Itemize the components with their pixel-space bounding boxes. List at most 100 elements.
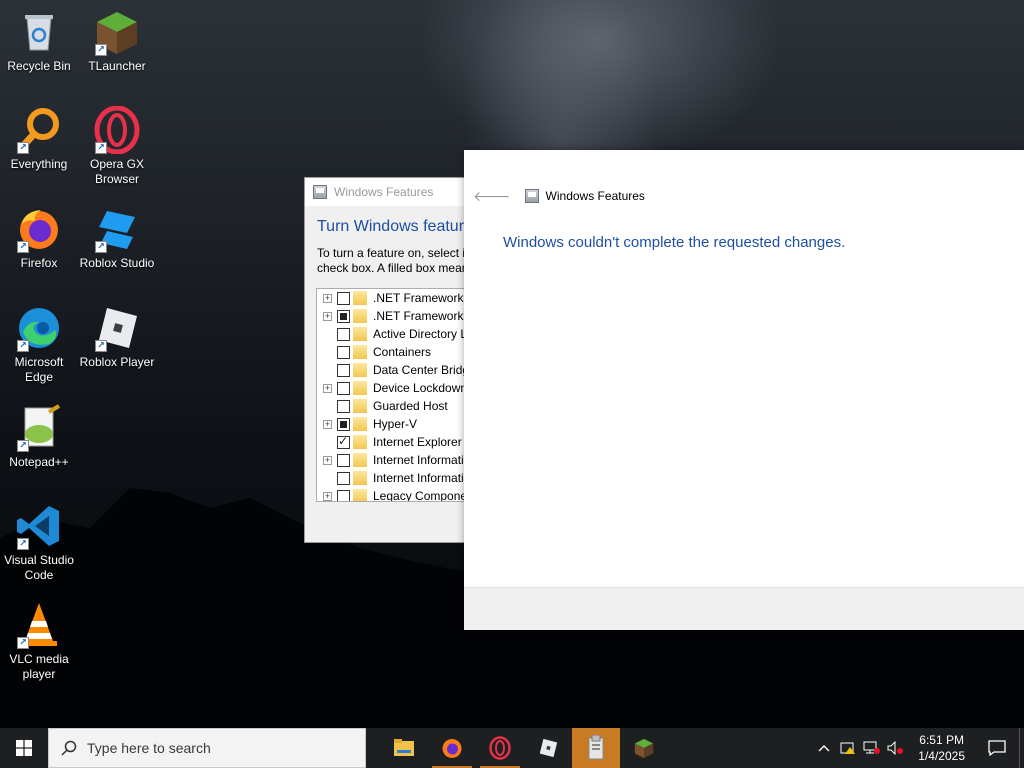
vscode-icon: ↗ xyxy=(15,502,63,550)
feature-row[interactable]: + Legacy Components xyxy=(317,487,478,502)
folder-icon xyxy=(394,739,414,756)
expand-plus-icon[interactable]: + xyxy=(323,383,332,393)
desktop-icon-vlc[interactable]: ↗ VLC media player xyxy=(0,601,78,682)
feature-label: Hyper-V xyxy=(373,417,418,431)
desktop-icon-microsoft-edge[interactable]: ↗ Microsoft Edge xyxy=(0,304,78,385)
feature-label: Internet Explorer 11 xyxy=(373,435,478,449)
search-icon xyxy=(61,740,77,756)
feature-row[interactable]: Active Directory Lightweight Directory S… xyxy=(317,325,477,343)
taskbar-tlauncher[interactable] xyxy=(620,728,668,768)
taskbar-search-box[interactable]: Type here to search xyxy=(48,728,366,768)
features-description: To turn a feature on, select its check b… xyxy=(317,246,691,275)
folder-icon xyxy=(353,453,367,467)
windows-features-error-dialog[interactable]: 🡐 Windows Features Windows couldn't comp… xyxy=(464,150,1024,630)
speaker-muted-icon[interactable] xyxy=(884,728,908,768)
desktop-icon-roblox-player[interactable]: ↗ Roblox Player xyxy=(78,304,156,370)
folder-icon xyxy=(353,417,367,431)
windows-features-installer-icon xyxy=(588,735,604,760)
folder-icon xyxy=(353,309,367,323)
taskbar-file-explorer[interactable] xyxy=(380,728,428,768)
desktop-icon-recycle-bin[interactable]: Recycle Bin xyxy=(0,8,78,74)
taskbar-opera-gx[interactable] xyxy=(476,728,524,768)
dialog-header: 🡐 Windows Features xyxy=(464,182,1024,210)
feature-checkbox[interactable] xyxy=(337,471,350,485)
feature-row[interactable]: + Device Lockdown xyxy=(317,379,477,397)
feature-checkbox[interactable] xyxy=(337,309,350,323)
expand-plus-icon[interactable]: + xyxy=(323,293,332,303)
expand-plus-icon[interactable]: + xyxy=(323,419,332,429)
shortcut-arrow-icon: ↗ xyxy=(17,340,29,352)
tlauncher-grass-block-icon: ↗ xyxy=(93,8,141,56)
folder-icon xyxy=(353,435,367,449)
feature-row[interactable]: + Hyper-V xyxy=(317,415,477,433)
opera-gx-icon xyxy=(489,736,511,760)
show-desktop-button[interactable] xyxy=(1019,728,1024,768)
expand-plus-icon[interactable]: + xyxy=(323,455,332,465)
shortcut-arrow-icon: ↗ xyxy=(95,241,107,253)
roblox-player-icon: ↗ xyxy=(93,304,141,352)
feature-checkbox[interactable] xyxy=(337,381,350,395)
feature-checkbox[interactable] xyxy=(337,291,350,305)
opera-gx-icon: ↗ xyxy=(93,105,141,155)
desktop-icon-tlauncher[interactable]: ↗ TLauncher xyxy=(78,8,156,74)
windows-features-window[interactable]: Windows Features Turn Windows features o… xyxy=(304,177,691,543)
expand-plus-icon[interactable]: + xyxy=(323,491,332,501)
windows-features-app-icon xyxy=(524,189,539,203)
feature-row[interactable]: Internet Explorer 11 xyxy=(317,433,477,451)
firefox-icon: ↗ xyxy=(15,205,63,253)
feature-row[interactable]: Internet Information Services Hostable W… xyxy=(317,469,477,487)
feature-checkbox[interactable] xyxy=(337,363,350,377)
start-button[interactable] xyxy=(0,728,48,768)
windows-features-titlebar[interactable]: Windows Features xyxy=(305,178,473,206)
feature-checkbox[interactable] xyxy=(337,417,350,431)
feature-row[interactable]: Containers xyxy=(317,343,477,361)
taskbar-clock[interactable]: 6:51 PM 1/4/2025 xyxy=(908,732,975,764)
taskbar-windows-features[interactable] xyxy=(572,728,620,768)
feature-row[interactable]: + .NET Framework 4.8 Advanced Services xyxy=(317,307,477,325)
desktop-icon-vscode[interactable]: ↗ Visual Studio Code xyxy=(0,502,78,583)
feature-checkbox[interactable] xyxy=(337,434,350,449)
shortcut-arrow-icon: ↗ xyxy=(17,142,29,154)
security-warning-icon[interactable] xyxy=(836,728,860,768)
desktop-icon-roblox-studio[interactable]: ↗ Roblox Studio xyxy=(78,205,156,271)
feature-checkbox[interactable] xyxy=(337,345,350,359)
feature-checkbox[interactable] xyxy=(337,327,350,341)
clock-time: 6:51 PM xyxy=(919,733,964,747)
taskbar-firefox[interactable] xyxy=(428,728,476,768)
desktop-icon-firefox[interactable]: ↗ Firefox xyxy=(0,205,78,271)
desktop-icon-notepad-plus-plus[interactable]: ↗ Notepad++ xyxy=(0,404,78,470)
network-disconnected-icon[interactable] xyxy=(860,728,884,768)
folder-icon xyxy=(353,381,367,395)
roblox-icon xyxy=(539,738,558,758)
desktop-icon-opera-gx[interactable]: ↗ Opera GX Browser xyxy=(78,105,156,187)
feature-label: Internet Information Services Hostable W… xyxy=(373,471,478,485)
shortcut-arrow-icon: ↗ xyxy=(17,440,29,452)
feature-checkbox[interactable] xyxy=(337,489,350,501)
notepad-plus-plus-icon: ↗ xyxy=(15,404,63,452)
shortcut-arrow-icon: ↗ xyxy=(17,538,29,550)
desktop-icon-everything[interactable]: ↗ Everything xyxy=(0,106,78,172)
feature-label: Internet Information Services xyxy=(373,453,478,467)
dialog-title: Windows Features xyxy=(524,189,645,203)
feature-row[interactable]: + .NET Framework 3.5 (includes .NET 2.0 a… xyxy=(317,289,477,307)
everything-magnifier-icon: ↗ xyxy=(15,106,63,154)
back-arrow-icon[interactable]: 🡐 xyxy=(473,188,511,205)
feature-row[interactable]: Guarded Host xyxy=(317,397,477,415)
features-tree[interactable]: + .NET Framework 3.5 (includes .NET 2.0 a… xyxy=(316,288,478,502)
feature-row[interactable]: Data Center Bridging xyxy=(317,361,477,379)
feature-checkbox[interactable] xyxy=(337,399,350,413)
chevron-up-icon[interactable] xyxy=(812,728,836,768)
expand-plus-icon[interactable]: + xyxy=(323,311,332,321)
features-heading: Turn Windows features on or off xyxy=(317,218,544,235)
feature-row[interactable]: + Internet Information Services xyxy=(317,451,477,469)
folder-icon xyxy=(353,291,367,305)
taskbar-roblox[interactable] xyxy=(524,728,572,768)
roblox-studio-icon: ↗ xyxy=(93,205,141,253)
action-center-button[interactable] xyxy=(975,728,1019,768)
feature-checkbox[interactable] xyxy=(337,453,350,467)
error-message: Windows couldn't complete the requested … xyxy=(503,234,846,251)
feature-label: Legacy Components xyxy=(373,489,478,502)
